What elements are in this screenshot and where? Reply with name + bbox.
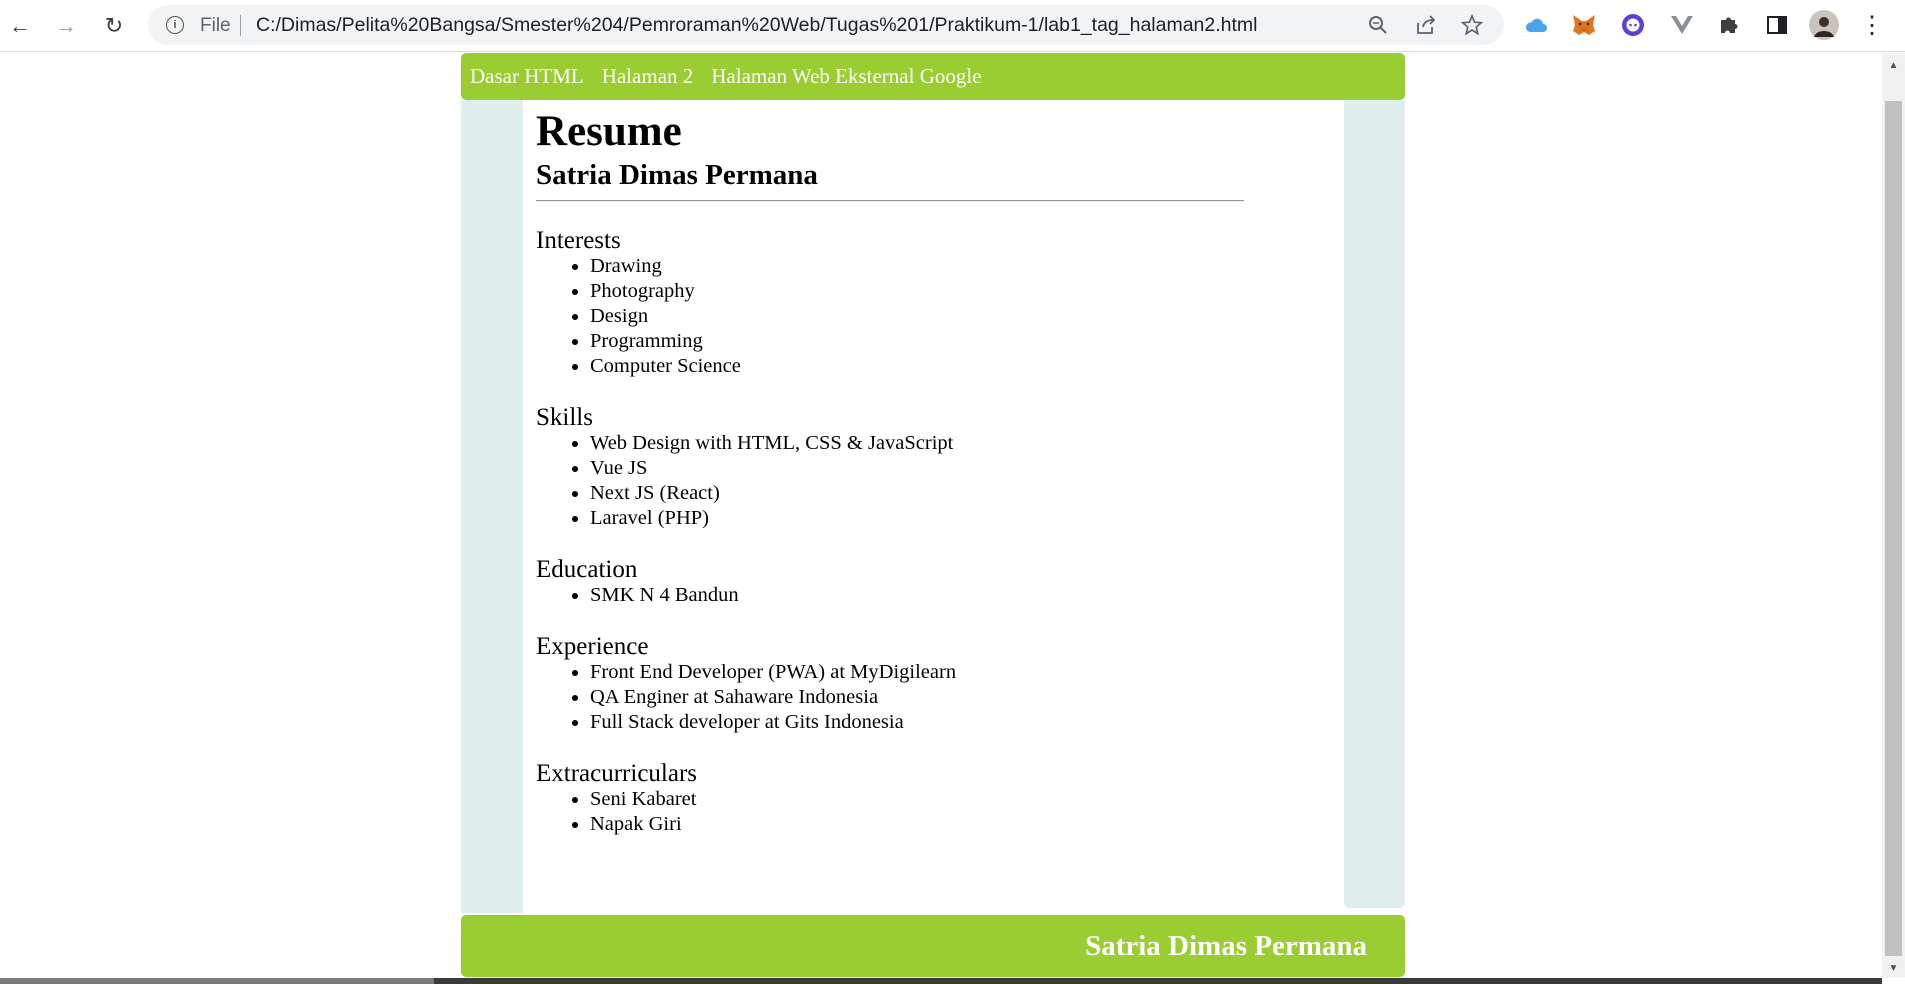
list-item: Drawing [590, 254, 1316, 279]
extracurriculars-list: Seni Kabaret Napak Giri [590, 787, 1316, 837]
list-item: Laravel (PHP) [590, 506, 1316, 531]
address-separator [240, 15, 241, 36]
list-item: SMK N 4 Bandun [590, 583, 1316, 608]
section-experience: Experience Front End Developer (PWA) at … [536, 634, 1316, 735]
list-item: Photography [590, 279, 1316, 304]
site-info-icon[interactable]: i [166, 16, 184, 34]
list-item: Full Stack developer at Gits Indonesia [590, 710, 1316, 735]
cloud-extension-icon[interactable] [1521, 10, 1551, 40]
title-divider [536, 200, 1244, 202]
scroll-thumb[interactable] [1885, 101, 1902, 956]
list-item: Next JS (React) [590, 481, 1316, 506]
experience-list: Front End Developer (PWA) at MyDigilearn… [590, 660, 1316, 735]
forward-button[interactable]: → [48, 8, 84, 44]
skills-list: Web Design with HTML, CSS & JavaScript V… [590, 431, 1316, 531]
puzzle-extensions-icon[interactable] [1714, 10, 1744, 40]
section-education: Education SMK N 4 Bandun [536, 557, 1316, 608]
section-title: Extracurriculars [536, 760, 698, 787]
list-item: Napak Giri [590, 812, 1316, 837]
nav-link-halaman-2[interactable]: Halaman 2 [602, 64, 694, 89]
browser-menu-icon[interactable]: ⋮ [1857, 10, 1887, 40]
nav-link-dasar-html[interactable]: Dasar HTML [470, 64, 584, 89]
share-icon[interactable] [1412, 11, 1440, 39]
vue-extension-icon[interactable] [1667, 10, 1697, 40]
section-title: Experience [536, 633, 649, 660]
section-extracurriculars: Extracurriculars Seni Kabaret Napak Giri [536, 761, 1316, 837]
zoom-icon[interactable] [1364, 11, 1392, 39]
page-title: Resume [536, 108, 682, 155]
bottom-strip-highlight [0, 978, 434, 984]
section-title: Interests [536, 227, 621, 254]
back-button[interactable]: ← [2, 8, 38, 44]
bookmark-star-icon[interactable] [1458, 11, 1486, 39]
scheme-label: File [200, 15, 231, 36]
page-scrollbar[interactable]: ▲ ▼ [1882, 53, 1905, 978]
education-list: SMK N 4 Bandun [590, 583, 1316, 608]
browser-toolbar: ← → ↻ i File C:/Dimas/Pelita%20Bangsa/Sm… [0, 0, 1905, 52]
right-sidebar [1344, 100, 1405, 908]
footer-name: Satria Dimas Permana [1085, 929, 1367, 962]
section-skills: Skills Web Design with HTML, CSS & JavaS… [536, 405, 1316, 531]
left-sidebar [461, 100, 523, 913]
section-title: Skills [536, 404, 593, 431]
reload-button[interactable]: ↻ [96, 8, 132, 44]
list-item: Programming [590, 329, 1316, 354]
page-footer: Satria Dimas Permana [461, 915, 1405, 977]
list-item: Web Design with HTML, CSS & JavaScript [590, 431, 1316, 456]
back-arrow-icon: ← [9, 13, 31, 38]
list-item: Design [590, 304, 1316, 329]
resume-content: Resume Satria Dimas Permana Interests Dr… [536, 100, 1316, 837]
section-interests: Interests Drawing Photography Design Pro… [536, 228, 1316, 379]
chat-extension-icon[interactable] [1618, 10, 1648, 40]
nav-link-google[interactable]: Halaman Web Eksternal Google [711, 64, 981, 89]
scroll-up-arrow-icon[interactable]: ▲ [1882, 55, 1905, 75]
url-text[interactable]: C:/Dimas/Pelita%20Bangsa/Smester%204/Pem… [256, 14, 1258, 37]
interests-list: Drawing Photography Design Programming C… [590, 254, 1316, 379]
section-title: Education [536, 556, 638, 583]
list-item: Front End Developer (PWA) at MyDigilearn [590, 660, 1316, 685]
metamask-extension-icon[interactable] [1569, 10, 1599, 40]
side-panel-icon[interactable] [1762, 10, 1792, 40]
person-name: Satria Dimas Permana [536, 159, 818, 191]
scroll-down-arrow-icon[interactable]: ▼ [1882, 958, 1905, 978]
top-navigation: Dasar HTML Halaman 2 Halaman Web Ekstern… [461, 53, 1405, 100]
list-item: QA Enginer at Sahaware Indonesia [590, 685, 1316, 710]
list-item: Seni Kabaret [590, 787, 1316, 812]
list-item: Vue JS [590, 456, 1316, 481]
forward-arrow-icon: → [55, 13, 77, 38]
profile-avatar[interactable] [1809, 10, 1839, 40]
list-item: Computer Science [590, 354, 1316, 379]
reload-icon: ↻ [104, 13, 124, 38]
address-bar[interactable]: i File C:/Dimas/Pelita%20Bangsa/Smester%… [148, 5, 1504, 45]
